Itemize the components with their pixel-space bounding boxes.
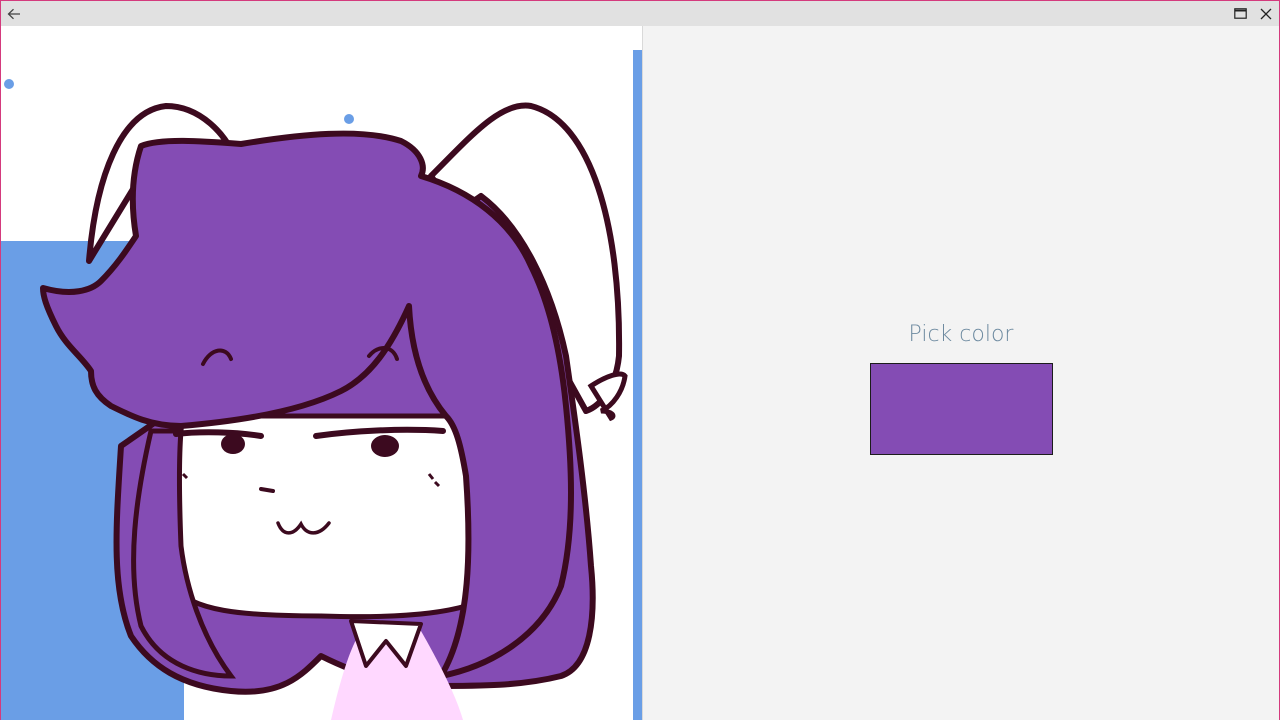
app-window: Pick color — [0, 0, 1280, 720]
character-illustration — [1, 26, 642, 720]
maximize-button[interactable] — [1227, 1, 1253, 26]
blue-strip-right — [633, 50, 642, 720]
color-picker-panel: Pick color — [643, 26, 1279, 720]
title-bar — [1, 1, 1279, 26]
source-image-canvas[interactable] — [1, 26, 643, 720]
back-button[interactable] — [1, 1, 27, 26]
arrow-left-icon — [7, 8, 20, 19]
color-swatch[interactable] — [870, 363, 1053, 455]
close-button[interactable] — [1253, 1, 1279, 26]
maximize-icon — [1233, 8, 1247, 19]
pick-color-label: Pick color — [908, 322, 1014, 347]
close-icon — [1260, 8, 1272, 19]
